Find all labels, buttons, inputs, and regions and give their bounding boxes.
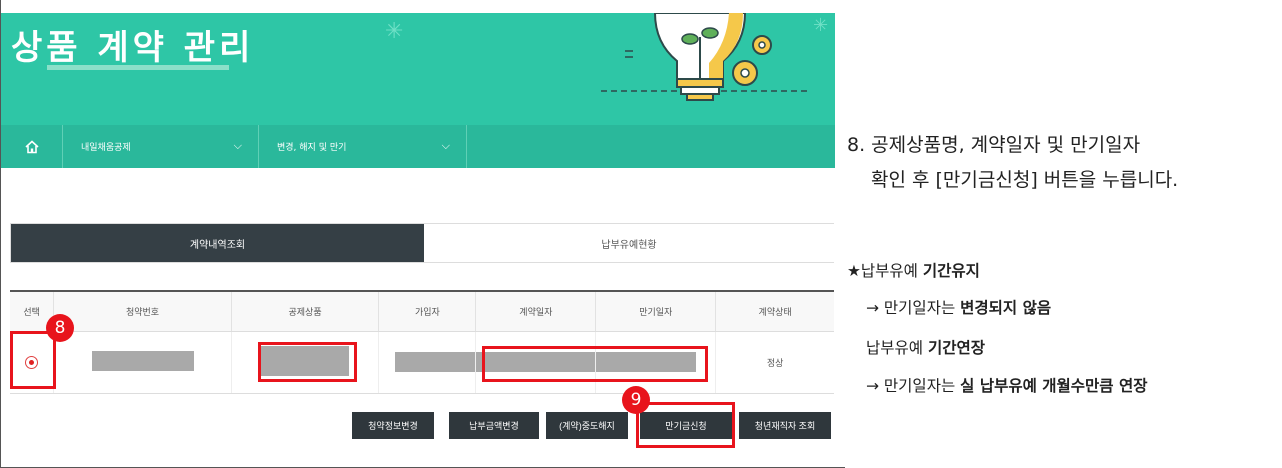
instruction-step8-cont: 확인 후 [만기금신청] 버튼을 누릅니다.	[871, 169, 1179, 191]
screenshot-panel: 상품 계약 관리 ✳ ✳ 내일채움공제 ⌵ 변경, 해지 및 만기 ⌵ 계약내역…	[0, 0, 845, 468]
change-subscription-button[interactable]: 청약정보변경	[352, 412, 434, 439]
sparkle-icon: ✳	[385, 19, 404, 44]
change-payment-button[interactable]: 납부금액변경	[449, 412, 539, 439]
subscriber-cell	[378, 331, 477, 394]
note-emphasis: 기간유지	[922, 262, 980, 280]
note-text: 납부유예	[866, 339, 928, 357]
note-emphasis: 기간연장	[927, 339, 986, 357]
note-emphasis: 실 납부유예 개월수만큼 연장	[960, 377, 1148, 395]
column-header: 계약일자	[475, 290, 597, 332]
nav-dropdown-product[interactable]: 내일채움공제 ⌵	[63, 125, 259, 168]
highlight-dates	[482, 346, 708, 382]
home-button[interactable]	[1, 125, 63, 168]
table-row[interactable]: 정상	[10, 331, 834, 394]
table-header-row: 선택 청약번호 공제상품 가입자 계약일자 만기일자 계약상태	[10, 290, 834, 332]
note-extend-period: 납부유예 기간연장	[866, 336, 985, 358]
note-extend-result: → 만기일자는 실 납부유예 개월수만큼 연장	[866, 374, 1147, 396]
note-text: ★납부유예	[847, 262, 923, 280]
application-number-cell	[53, 331, 232, 394]
note-text: → 만기일자는	[866, 299, 961, 317]
home-icon	[24, 139, 39, 153]
nav-item-label: 내일채움공제	[81, 143, 131, 153]
tab-contract-history[interactable]: 계약내역조회	[11, 224, 424, 262]
step-badge-9: 9	[622, 386, 650, 414]
page-title: 상품 계약 관리	[11, 28, 255, 68]
early-termination-button[interactable]: (계약)중도해지	[546, 412, 628, 439]
masked-value	[395, 352, 476, 372]
note-emphasis: 변경되지 않음	[960, 299, 1052, 317]
nav-item-label: 변경, 해지 및 만기	[277, 143, 347, 153]
breadcrumb-nav: 내일채움공제 ⌵ 변경, 해지 및 만기 ⌵	[1, 125, 835, 168]
instruction-step8: 8. 공제상품명, 계약일자 및 만기일자	[847, 134, 1141, 156]
chevron-down-icon: ⌵	[441, 139, 450, 152]
note-keep-period: ★납부유예 기간유지	[847, 259, 980, 281]
tab-payment-deferral[interactable]: 납부유예현황	[424, 224, 834, 262]
contract-status-cell: 정상	[715, 331, 834, 394]
column-header: 가입자	[378, 290, 477, 332]
note-text: → 만기일자는	[866, 377, 961, 395]
step-badge-8: 8	[46, 314, 74, 342]
youth-employee-lookup-button[interactable]: 청년재직자 조회	[739, 412, 831, 439]
lightbulb-illustration-icon	[601, 13, 807, 101]
column-header: 계약상태	[715, 290, 834, 332]
column-header: 청약번호	[53, 290, 232, 332]
masked-value	[91, 350, 194, 371]
contract-table: 선택 청약번호 공제상품 가입자 계약일자 만기일자 계약상태 정상	[10, 290, 834, 394]
column-header: 공제상품	[231, 290, 380, 332]
note-keep-result: → 만기일자는 변경되지 않음	[866, 296, 1051, 318]
chevron-down-icon: ⌵	[233, 139, 242, 152]
column-header: 만기일자	[595, 290, 717, 332]
highlight-maturity-claim	[636, 402, 735, 448]
tab-bar: 계약내역조회 납부유예현황	[10, 223, 834, 263]
highlight-product	[258, 342, 357, 382]
highlight-select-radio	[10, 331, 56, 389]
nav-dropdown-menu[interactable]: 변경, 해지 및 만기 ⌵	[259, 125, 467, 168]
page-banner: 상품 계약 관리 ✳ ✳	[1, 13, 835, 125]
sparkle-icon: ✳	[813, 15, 829, 36]
